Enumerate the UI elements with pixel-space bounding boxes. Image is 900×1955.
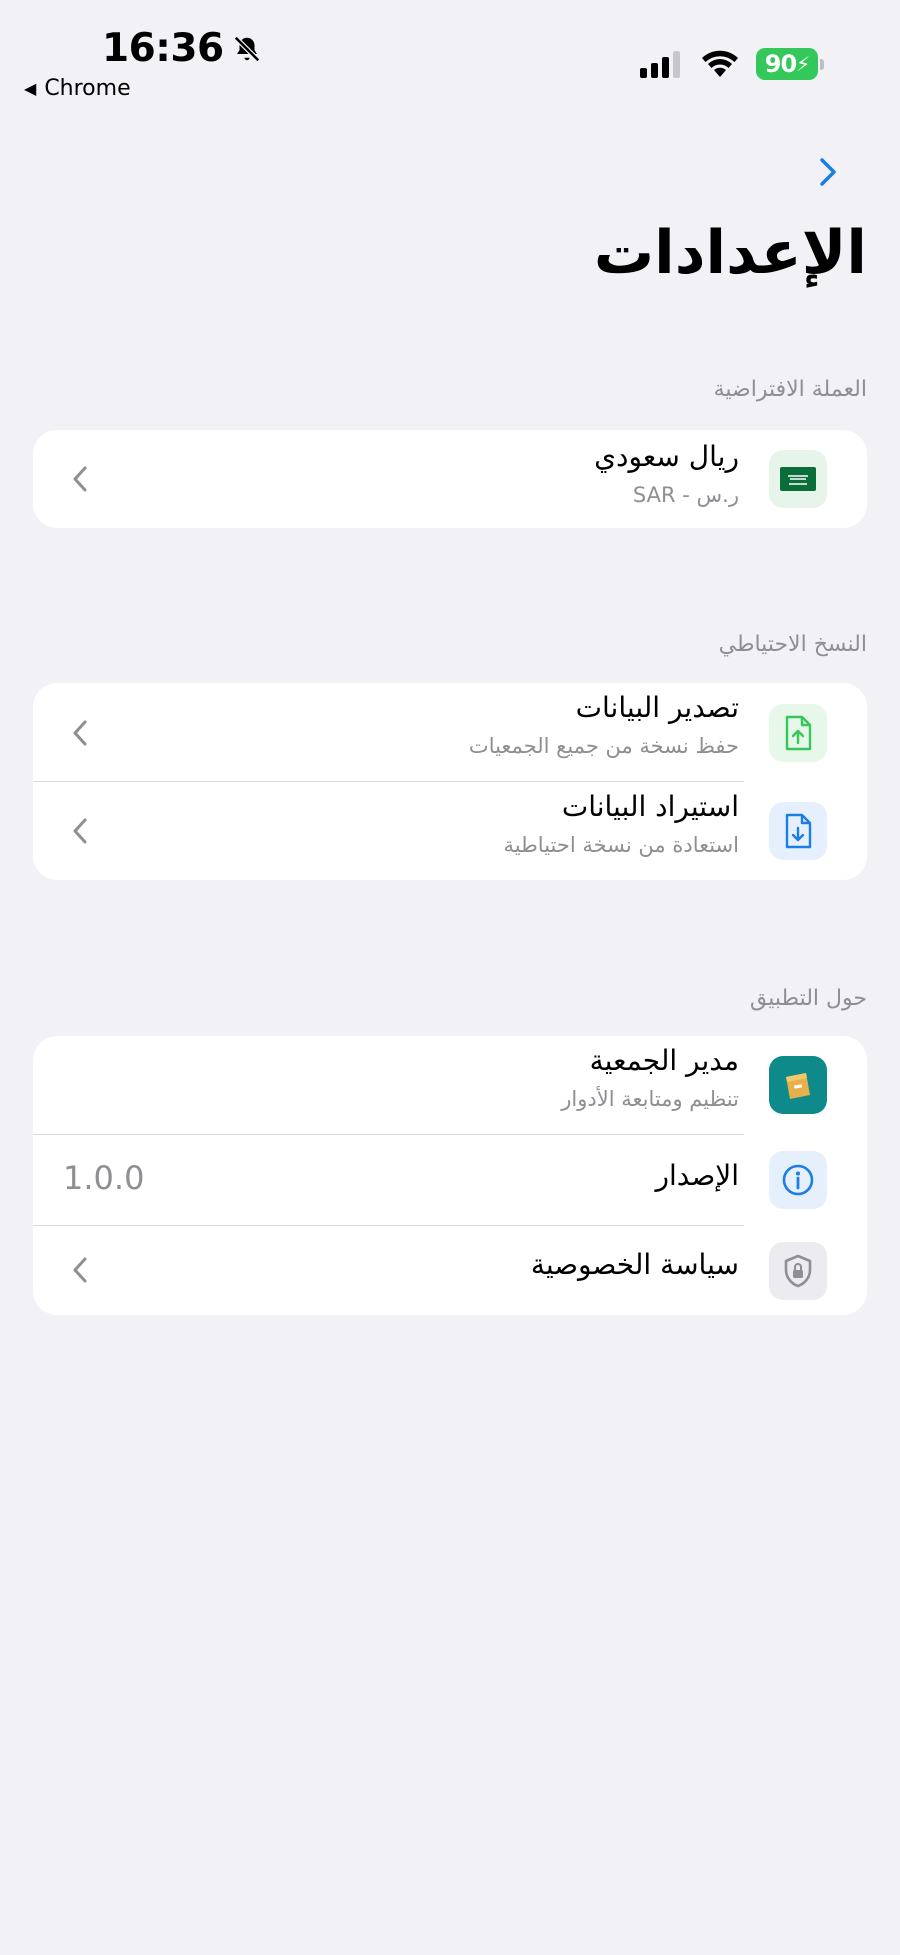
import-texts: استيراد البيانات استعادة من نسخة احتياطي…	[503, 790, 739, 857]
export-title: تصدير البيانات	[575, 691, 739, 724]
status-time: 16:36	[102, 26, 262, 71]
export-subtitle: حفظ نسخة من جميع الجمعيات	[468, 734, 739, 758]
app-name: مدير الجمعية	[589, 1044, 739, 1077]
page-title: الإعدادات	[593, 218, 867, 288]
chevron-left-icon	[67, 716, 93, 750]
app-info-texts: مدير الجمعية تنظيم ومتابعة الأدوار	[561, 1044, 739, 1111]
privacy-policy-row[interactable]: سياسة الخصوصية	[33, 1226, 867, 1315]
chevron-left-icon	[67, 814, 93, 848]
shield-lock-icon	[769, 1242, 827, 1300]
bell-slash-icon	[233, 35, 260, 62]
cellular-signal-icon	[640, 51, 680, 78]
nav-back-button[interactable]	[808, 150, 848, 194]
import-data-row[interactable]: استيراد البيانات استعادة من نسخة احتياطي…	[33, 782, 867, 880]
import-title: استيراد البيانات	[561, 790, 739, 823]
currency-subtitle: ر.س - SAR	[632, 483, 739, 507]
app-tagline: تنظيم ومتابعة الأدوار	[561, 1087, 739, 1111]
app-info-row: مدير الجمعية تنظيم ومتابعة الأدوار	[33, 1036, 867, 1135]
currency-card: ريال سعودي ر.س - SAR	[33, 430, 867, 528]
export-data-row[interactable]: تصدير البيانات حفظ نسخة من جميع الجمعيات	[33, 683, 867, 782]
version-title: الإصدار	[655, 1159, 739, 1192]
file-import-icon	[769, 802, 827, 860]
chevron-left-icon	[67, 1253, 93, 1287]
currency-row[interactable]: ريال سعودي ر.س - SAR	[33, 430, 867, 528]
chevron-left-icon	[67, 462, 93, 496]
version-row: الإصدار 1.0.0	[33, 1135, 867, 1226]
version-value: 1.0.0	[63, 1159, 145, 1197]
backup-card: تصدير البيانات حفظ نسخة من جميع الجمعيات…	[33, 683, 867, 880]
section-label-currency: العملة الافتراضية	[713, 377, 867, 402]
currency-title: ريال سعودي	[594, 440, 739, 473]
import-subtitle: استعادة من نسخة احتياطية	[503, 833, 739, 857]
back-to-app-link[interactable]: ◀ Chrome	[24, 76, 131, 101]
info-icon	[769, 1151, 827, 1209]
saudi-flag-icon	[769, 450, 827, 508]
chevron-right-icon	[820, 158, 836, 186]
back-triangle-icon: ◀	[24, 79, 37, 98]
charging-bolt-icon: ⚡	[796, 52, 810, 76]
privacy-texts: سياسة الخصوصية	[531, 1248, 739, 1281]
status-indicators: 90 ⚡	[640, 48, 824, 80]
status-time-text: 16:36	[102, 26, 224, 71]
section-label-about: حول التطبيق	[749, 986, 867, 1011]
about-card: مدير الجمعية تنظيم ومتابعة الأدوار الإصد…	[33, 1036, 867, 1315]
export-texts: تصدير البيانات حفظ نسخة من جميع الجمعيات	[469, 691, 739, 758]
wifi-icon	[702, 50, 738, 77]
privacy-title: سياسة الخصوصية	[530, 1248, 739, 1281]
battery-indicator: 90 ⚡	[756, 48, 824, 80]
settings-screen: 16:36 ◀ Chrome 90 ⚡ الإعدادات العملة الا…	[0, 0, 900, 1955]
app-logo-icon	[769, 1056, 827, 1114]
back-app-label: Chrome	[44, 76, 131, 101]
section-label-backup: النسخ الاحتياطي	[718, 632, 867, 657]
version-texts: الإصدار	[655, 1159, 739, 1192]
file-export-icon	[769, 704, 827, 762]
battery-level: 90	[764, 50, 797, 78]
currency-texts: ريال سعودي ر.س - SAR	[594, 440, 739, 507]
